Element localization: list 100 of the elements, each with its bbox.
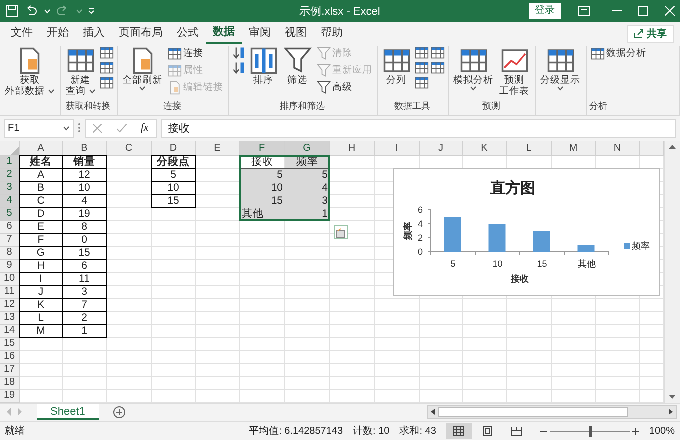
ribbon-button[interactable]: 新建 查询 [64,46,98,98]
close-icon[interactable] [664,6,674,16]
ribbon-tab[interactable]: 帮助 [314,22,350,44]
sheet-tab[interactable]: Sheet1 [36,404,100,420]
table-cell: 4 [285,182,330,195]
zoom-slider-thumb[interactable] [588,426,592,436]
share-button[interactable]: 共享 [627,25,674,43]
row-header[interactable]: 1 [0,156,20,169]
caret-icon [63,126,70,130]
ribbon-tab[interactable]: 页面布局 [112,22,170,44]
column-header[interactable]: L [507,141,552,156]
row-header[interactable]: 13 [0,312,20,325]
share-icon [634,29,644,39]
ribbon-tab[interactable]: 插入 [76,22,112,44]
column-header[interactable]: J [420,141,463,156]
ribbon-tab[interactable]: 文件 [4,22,40,44]
row-header[interactable]: 12 [0,299,20,312]
quick-analysis-button[interactable] [334,225,348,239]
column-header[interactable]: M [552,141,596,156]
normal-view-icon [453,426,466,436]
column-header[interactable]: F [240,141,285,156]
row-header[interactable]: 18 [0,377,20,390]
row-header[interactable]: 15 [0,338,20,351]
name-box[interactable]: F1 [4,118,74,138]
add-sheet-icon[interactable] [113,406,126,419]
column-header[interactable]: G [285,141,330,156]
ribbon-tab[interactable]: 开始 [40,22,76,44]
column-header[interactable]: A [20,141,63,156]
check-icon[interactable] [116,124,127,132]
category-label: 10 [492,259,503,269]
maximize-icon[interactable] [638,6,648,16]
row-header[interactable]: 10 [0,273,20,286]
column-header[interactable]: C [107,141,152,156]
page-break-view-icon [510,426,523,436]
customize-icon[interactable] [88,8,95,14]
chart-icon [500,47,528,75]
vertical-scrollbar[interactable] [664,141,680,403]
row-header[interactable]: 19 [0,390,20,403]
table-cell: 3 [285,195,330,208]
funnel-icon [316,81,330,95]
ribbon-button[interactable]: 全部刷新 [120,46,164,92]
sort-icon[interactable] [232,61,246,75]
ribbon-button[interactable]: 预测 工作表 [498,46,532,98]
ribbon-button[interactable]: 高级 [316,80,374,96]
ribbon-button[interactable]: 分级显示 [538,46,582,92]
column-header[interactable]: D [152,141,196,156]
group-label: 分析 [590,100,608,112]
histogram-bar [488,224,506,252]
sort-icon[interactable] [232,46,246,60]
ribbon-button[interactable]: 排序 [248,46,280,87]
row-header[interactable]: 4 [0,195,20,208]
table-cell: 销量 [62,155,107,169]
column-header[interactable]: K [463,141,507,156]
zoom-in-icon[interactable] [632,428,640,434]
triangle-icon [11,147,19,155]
category-label: 5 [450,259,456,269]
chart-title: 直方图 [490,180,536,197]
row-header[interactable]: 8 [0,247,20,260]
row-header[interactable]: 14 [0,325,20,338]
ribbon-button[interactable]: 分列 [380,46,412,87]
ribbon-button[interactable]: 数据分析 [590,46,648,62]
ribbon-tab[interactable]: 公式 [170,22,206,44]
category-label: 其他 [578,259,596,269]
row-header[interactable]: 6 [0,221,20,234]
row-header[interactable]: 3 [0,182,20,195]
row-header[interactable]: 16 [0,351,20,364]
funnel-icon [316,47,330,61]
ribbon-button[interactable]: 筛选 [282,46,314,87]
row-header[interactable]: 9 [0,260,20,273]
ribbon-display-icon[interactable] [578,6,590,16]
ribbon-button[interactable]: 连接 [166,46,224,62]
ribbon-tab[interactable]: 视图 [278,22,314,44]
row-header[interactable]: 2 [0,169,20,182]
column-header[interactable]: N [596,141,640,156]
page-layout-view-icon [482,426,494,436]
column-header[interactable]: I [375,141,420,156]
table-cell: 姓名 [19,155,63,169]
caret-icon[interactable] [44,8,50,14]
column-header[interactable]: E [196,141,240,156]
axis-tick-label: 6 [418,205,423,215]
row-header[interactable]: 17 [0,364,20,377]
group-label: 排序和筛选 [280,100,325,112]
insert-function-button[interactable]: fx [140,120,149,136]
table-cell: 分段点 [151,155,196,169]
zoom-level[interactable]: 100% [649,424,675,438]
row-header[interactable]: 5 [0,208,20,221]
column-header[interactable]: B [63,141,107,156]
row-header[interactable]: 11 [0,286,20,299]
row-header[interactable]: 7 [0,234,20,247]
normal-view-button[interactable] [446,423,472,439]
table-cell: 15 [240,195,285,208]
ribbon-tab[interactable]: 审阅 [242,22,278,44]
y-axis-title: 频率 [403,222,413,240]
ribbon-button[interactable]: 获取 外部数据 [3,46,57,98]
ribbon-button[interactable]: 模拟分析 [452,46,496,92]
horizontal-scrollbar[interactable] [427,405,677,419]
formula-input[interactable]: 接收 [161,118,676,138]
column-header[interactable]: H [330,141,375,156]
save-icon[interactable] [6,4,18,18]
login-button[interactable]: 登录 [529,3,561,19]
